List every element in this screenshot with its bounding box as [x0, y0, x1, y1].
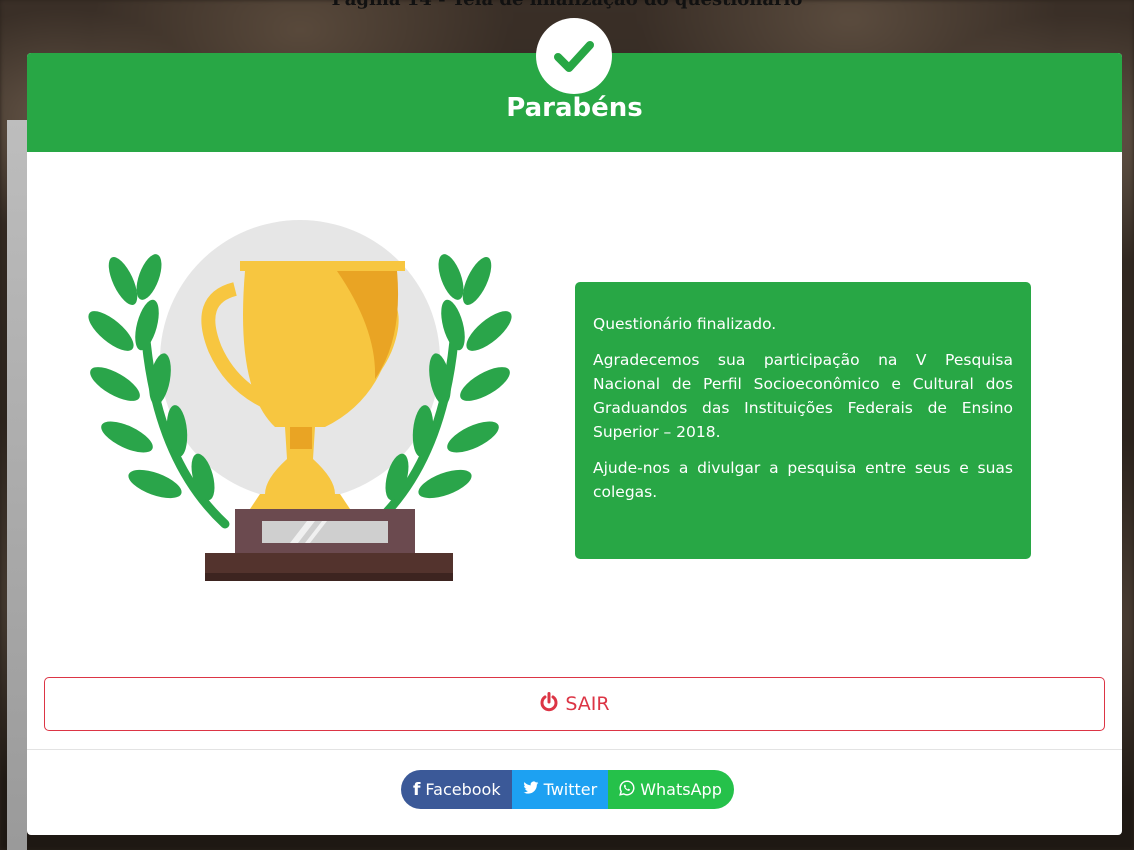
exit-button-label: SAIR: [565, 693, 610, 715]
trophy-illustration: [85, 219, 515, 589]
exit-button[interactable]: SAIR: [44, 677, 1105, 731]
footer-divider: [27, 749, 1122, 750]
whatsapp-icon: [619, 779, 635, 800]
completion-message: Questionário finalizado. Agradecemos sua…: [575, 282, 1031, 559]
modal-title: Parabéns: [506, 93, 643, 123]
share-whatsapp-button[interactable]: WhatsApp: [608, 770, 734, 809]
facebook-icon: f: [413, 779, 421, 800]
share-facebook-label: Facebook: [425, 780, 501, 799]
share-buttons: f Facebook Twitter WhatsApp: [401, 770, 734, 809]
page-caption: Página 14 - Tela de finalização do quest…: [0, 0, 1134, 9]
check-icon: [536, 18, 612, 94]
share-twitter-label: Twitter: [543, 780, 598, 799]
share-whatsapp-label: WhatsApp: [640, 780, 722, 799]
message-thanks: Agradecemos sua participação na V Pesqui…: [593, 351, 1013, 441]
message-finalized: Questionário finalizado.: [593, 315, 777, 333]
twitter-icon: [523, 780, 539, 799]
background-strip: [7, 120, 27, 850]
message-share-request: Ajude-nos a divulgar a pesquisa entre se…: [593, 459, 1013, 501]
completion-modal: Parabéns Questionário finalizado. Agrade…: [27, 18, 1122, 835]
power-icon: [539, 691, 559, 717]
share-twitter-button[interactable]: Twitter: [511, 770, 609, 809]
share-facebook-button[interactable]: f Facebook: [401, 770, 512, 809]
